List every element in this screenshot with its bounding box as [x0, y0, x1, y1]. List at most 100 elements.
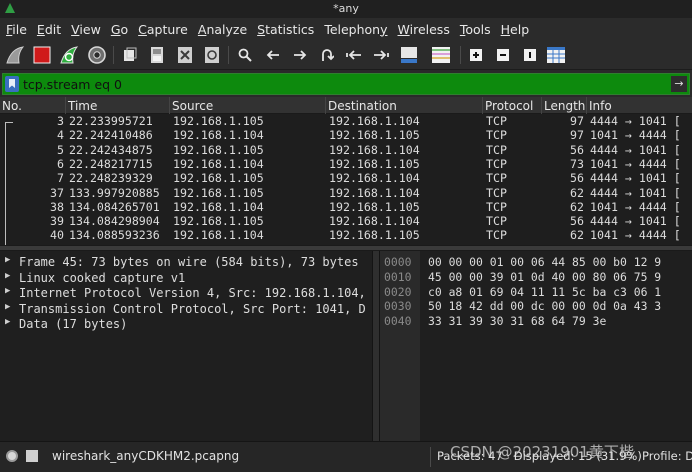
menu-wireless[interactable]: Wireless: [398, 22, 450, 37]
menu-edit[interactable]: Edit: [37, 22, 61, 37]
packet-row[interactable]: 37133.997920885192.168.1.105192.168.1.10…: [0, 186, 692, 200]
column-divider[interactable]: [325, 97, 326, 114]
capture-file-name: wireshark_anyCDKHM2.pcapng: [52, 449, 239, 463]
apply-filter-arrow-icon[interactable]: →: [671, 76, 687, 92]
resize-columns-icon[interactable]: [545, 44, 567, 66]
zoom-out-icon[interactable]: [492, 44, 514, 66]
cell-destination: 192.168.1.105: [329, 128, 420, 142]
go-forward-icon[interactable]: [289, 44, 311, 66]
cell-length: 56: [570, 171, 584, 185]
cell-length: 56: [570, 143, 584, 157]
display-filter-bar[interactable]: tcp.stream eq 0 →: [2, 73, 690, 95]
column-header-length[interactable]: Length: [544, 99, 585, 113]
column-divider[interactable]: [65, 97, 66, 114]
cell-length: 97: [570, 128, 584, 142]
packet-row[interactable]: 622.248217715192.168.1.104192.168.1.105T…: [0, 157, 692, 171]
hex-row[interactable]: 004033 31 39 30 31 68 64 79 3e: [380, 314, 692, 330]
cell-protocol: TCP: [486, 128, 507, 142]
menu-tools[interactable]: Tools: [460, 22, 491, 37]
hex-row[interactable]: 000000 00 00 01 00 06 44 85 00 b0 12 9: [380, 255, 692, 271]
cell-length: 73: [570, 157, 584, 171]
hex-offset: 0010: [384, 270, 411, 284]
cell-time: 133.997920885: [69, 186, 160, 200]
column-divider[interactable]: [482, 97, 483, 114]
cell-protocol: TCP: [486, 186, 507, 200]
column-divider[interactable]: [586, 97, 587, 114]
reload-file-icon[interactable]: [201, 44, 223, 66]
go-to-packet-icon[interactable]: [316, 44, 338, 66]
expand-arrow-icon[interactable]: ▶: [5, 302, 10, 312]
menu-help[interactable]: Help: [501, 22, 530, 37]
cell-time: 22.233995721: [69, 114, 153, 128]
details-tree-item[interactable]: ▶ Data (17 bytes): [0, 317, 372, 333]
display-filter-input[interactable]: tcp.stream eq 0: [23, 77, 122, 92]
packet-row[interactable]: 422.242410486192.168.1.104192.168.1.105T…: [0, 128, 692, 142]
column-header-source[interactable]: Source: [172, 99, 213, 113]
details-tree-item[interactable]: ▶ Internet Protocol Version 4, Src: 192.1…: [0, 286, 372, 302]
column-header-time[interactable]: Time: [68, 99, 97, 113]
details-tree-label: Data (17 bytes): [19, 317, 127, 331]
go-first-icon[interactable]: [343, 44, 365, 66]
open-file-icon[interactable]: [119, 44, 141, 66]
expand-arrow-icon[interactable]: ▶: [5, 255, 10, 265]
normal-size-icon[interactable]: [519, 44, 541, 66]
menu-analyze[interactable]: Analyze: [198, 22, 247, 37]
details-tree-label: Transmission Control Protocol, Src Port:…: [19, 302, 366, 316]
hex-row[interactable]: 003050 18 42 dd 00 dc 00 00 0d 0a 43 3: [380, 299, 692, 315]
column-divider[interactable]: [169, 97, 170, 114]
menu-view[interactable]: View: [71, 22, 101, 37]
details-tree-item[interactable]: ▶Frame 45: 73 bytes on wire (584 bits), …: [0, 255, 372, 271]
packet-row[interactable]: 522.242434875192.168.1.105192.168.1.104T…: [0, 143, 692, 157]
expert-info-icon[interactable]: [6, 450, 18, 462]
menu-statistics[interactable]: Statistics: [257, 22, 314, 37]
colorize-icon[interactable]: [430, 44, 452, 66]
column-header-destination[interactable]: Destination: [328, 99, 397, 113]
shark-fin-start-icon[interactable]: [4, 44, 26, 66]
packet-row[interactable]: 38134.084265701192.168.1.104192.168.1.10…: [0, 200, 692, 214]
hex-row[interactable]: 0020c0 a8 01 69 04 11 11 5c ba c3 06 1: [380, 285, 692, 301]
hex-bytes: 45 00 00 39 01 0d 40 00 80 06 75 9: [428, 270, 661, 284]
hex-offset: 0020: [384, 285, 411, 299]
packet-row[interactable]: 39134.084298904192.168.1.105192.168.1.10…: [0, 214, 692, 228]
close-file-icon[interactable]: [174, 44, 196, 66]
menu-file[interactable]: File: [6, 22, 27, 37]
search-icon[interactable]: [234, 44, 256, 66]
pane-splitter-vertical[interactable]: [372, 251, 380, 441]
watermark-text: CSDN @20231901黄下楷: [450, 441, 634, 462]
packet-details-tree[interactable]: ▶Frame 45: 73 bytes on wire (584 bits), …: [0, 251, 372, 441]
zoom-in-icon[interactable]: [465, 44, 487, 66]
filter-bookmark-icon[interactable]: [5, 76, 19, 92]
packet-list[interactable]: No. Time Source Destination Protocol Length In…: [0, 97, 692, 245]
column-header-no[interactable]: No.: [2, 99, 22, 113]
details-tree-label: Internet Protocol Version 4, Src: 192.16…: [19, 286, 366, 300]
gear-options-icon[interactable]: [86, 44, 108, 66]
packet-row[interactable]: 322.233995721192.168.1.105192.168.1.104T…: [0, 114, 692, 128]
details-tree-item[interactable]: ▶ Transmission Control Protocol, Src Port…: [0, 302, 372, 318]
expand-arrow-icon[interactable]: ▶: [5, 286, 10, 296]
autoscroll-icon[interactable]: [398, 44, 420, 66]
save-file-icon[interactable]: [146, 44, 168, 66]
packet-list-header: No. Time Source Destination Protocol Length In…: [0, 97, 692, 114]
cell-destination: 192.168.1.105: [329, 157, 420, 171]
menu-telephony[interactable]: Telephony: [324, 22, 387, 37]
menu-go[interactable]: Go: [111, 22, 128, 37]
menu-capture[interactable]: Capture: [138, 22, 188, 37]
profile-label[interactable]: Profile: D: [642, 449, 692, 463]
details-tree-label: Linux cooked capture v1: [19, 271, 185, 285]
expand-arrow-icon[interactable]: ▶: [5, 271, 10, 281]
restart-fin-icon[interactable]: [58, 44, 80, 66]
stop-square-icon[interactable]: [31, 44, 53, 66]
column-header-protocol[interactable]: Protocol: [485, 99, 533, 113]
expand-arrow-icon[interactable]: ▶: [5, 317, 10, 327]
packet-row[interactable]: 722.248239329192.168.1.105192.168.1.104T…: [0, 171, 692, 185]
cell-length: 56: [570, 214, 584, 228]
column-header-info[interactable]: Info: [589, 99, 612, 113]
go-last-icon[interactable]: [370, 44, 392, 66]
packet-bytes-pane[interactable]: 000000 00 00 01 00 06 44 85 00 b0 12 900…: [380, 251, 692, 441]
go-back-icon[interactable]: [262, 44, 284, 66]
cell-info: 4444 → 1041 [: [590, 186, 681, 200]
capture-comment-icon[interactable]: [26, 450, 38, 462]
column-divider[interactable]: [541, 97, 542, 114]
hex-row[interactable]: 0010 45 00 00 39 01 0d 40 00 80 06 75 9: [380, 270, 692, 286]
details-tree-item[interactable]: ▶ Linux cooked capture v1: [0, 271, 372, 287]
